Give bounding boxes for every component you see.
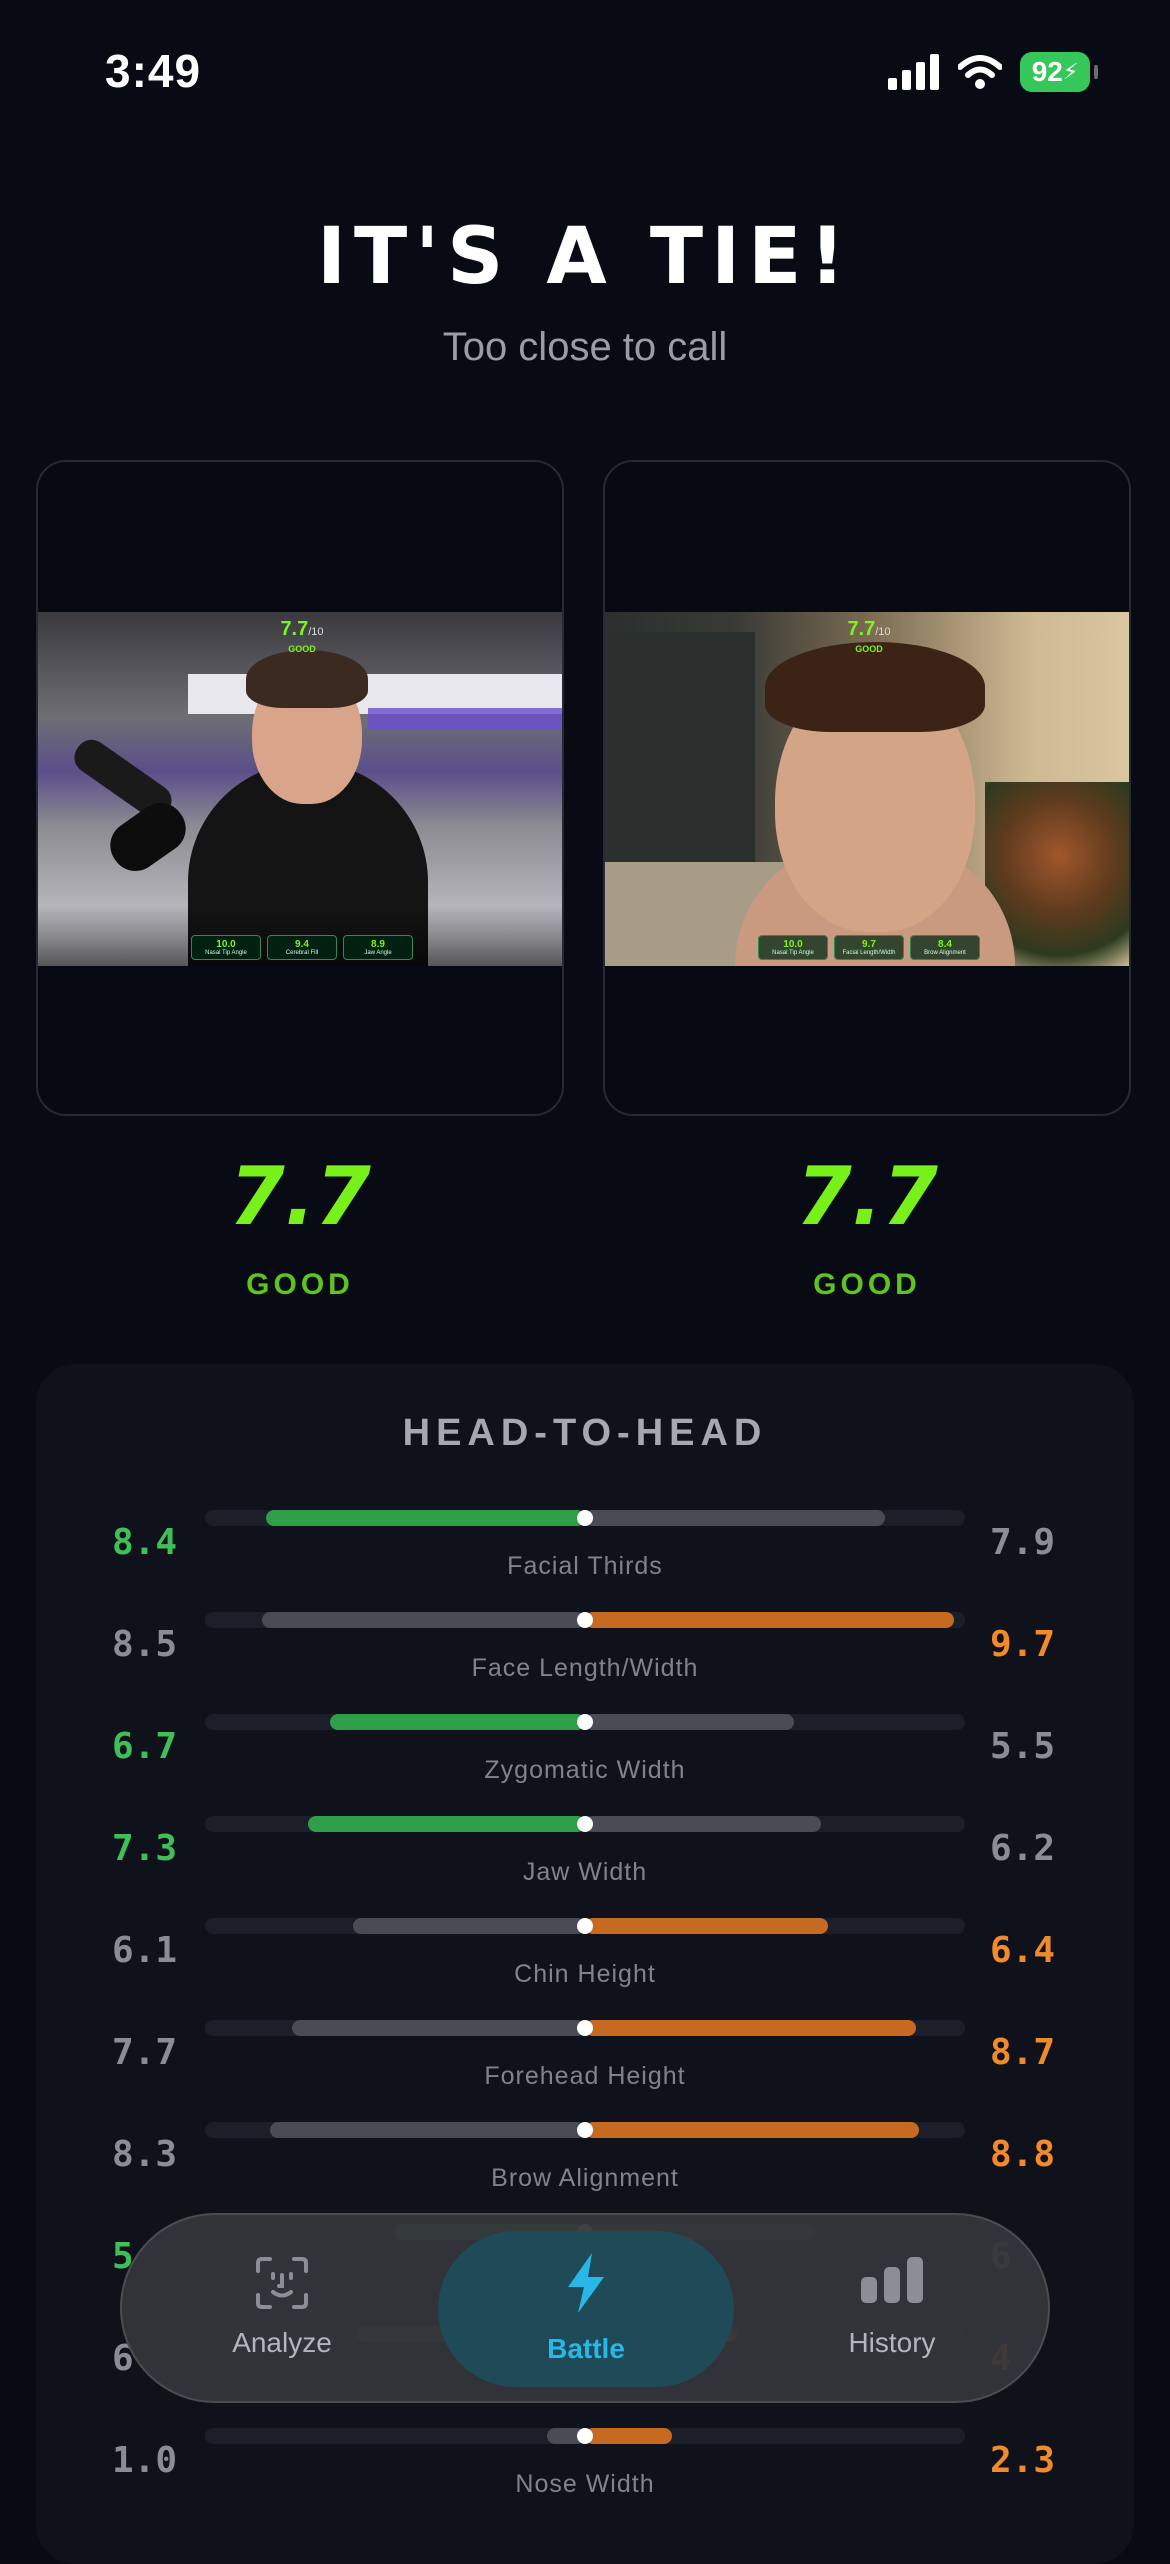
metric-right-bar xyxy=(585,1918,829,1934)
metric-row: 6.7 5.5 Zygomatic Width xyxy=(0,1712,1170,1814)
metric-left-bar xyxy=(265,1510,585,1526)
status-icons: 92 ⚡ xyxy=(888,52,1098,92)
metric-right-bar xyxy=(585,2122,920,2138)
overlay-score: 7.7/10 xyxy=(847,618,891,640)
face-scan-icon xyxy=(256,2257,308,2309)
mini-metric: 10.0 Nasal Tip Angle xyxy=(191,935,261,960)
contestant-left-photo: 7.7/10 GOOD 10.0 Nasal Tip Angle 9.4 Cereb… xyxy=(38,612,562,966)
photo-door xyxy=(605,632,755,862)
metric-name: Zygomatic Width xyxy=(484,1756,686,1784)
photo-counter-glow xyxy=(368,708,562,730)
metric-right-bar xyxy=(585,2428,673,2444)
metric-name: Nose Width xyxy=(515,2470,655,2498)
mini-metric: 8.9 Jaw Angle xyxy=(343,935,413,960)
metric-center-dot xyxy=(577,2428,593,2444)
metric-right-bar xyxy=(585,1612,954,1628)
metric-center-dot xyxy=(577,1918,593,1934)
contestant-left-rating: GOOD xyxy=(246,1268,354,1301)
contestant-right-photo-card[interactable]: 7.7/10 GOOD 10.0 Nasal Tip Angle 9.7 Facia… xyxy=(603,460,1131,1116)
metric-left-bar xyxy=(330,1714,585,1730)
tab-battle[interactable]: Battle xyxy=(438,2215,734,2401)
metric-name: Brow Alignment xyxy=(491,2164,679,2192)
mini-metric: 9.4 Cerebral Fill xyxy=(267,935,337,960)
metric-row: 8.5 9.7 Face Length/Width xyxy=(0,1610,1170,1712)
metric-right-bar xyxy=(585,1510,886,1526)
mini-metric: 9.7 Facial Length/Width xyxy=(834,935,904,960)
bar-chart-icon xyxy=(861,2257,923,2303)
battery-level: 92 xyxy=(1031,56,1063,87)
metric-row: 6.1 6.4 Chin Height xyxy=(0,1916,1170,2018)
metric-row: 1.0 2.3 Nose Width xyxy=(0,2426,1170,2528)
tab-analyze[interactable]: Analyze xyxy=(182,2215,382,2401)
wifi-icon xyxy=(958,55,1002,89)
status-time: 3:49 xyxy=(105,45,202,97)
overlay-label: GOOD xyxy=(288,644,316,654)
mini-metrics: 10.0 Nasal Tip Angle 9.7 Facial Length/Wid… xyxy=(605,935,1129,960)
charging-bolt-icon: ⚡ xyxy=(1062,59,1079,84)
metric-name: Facial Thirds xyxy=(507,1552,663,1580)
contestant-right-rating: GOOD xyxy=(813,1268,921,1301)
contestant-right-score: 7.7 xyxy=(796,1150,938,1243)
metric-center-dot xyxy=(577,1714,593,1730)
contestant-right-photo: 7.7/10 GOOD 10.0 Nasal Tip Angle 9.7 Facia… xyxy=(605,612,1129,966)
metric-name: Face Length/Width xyxy=(471,1654,699,1682)
tab-battle-label: Battle xyxy=(547,2333,625,2364)
metric-name: Chin Height xyxy=(514,1960,656,1988)
result-subtitle: Too close to call xyxy=(442,325,728,369)
metric-center-dot xyxy=(577,1612,593,1628)
overlay-score: 7.7/10 xyxy=(280,618,324,640)
metric-center-dot xyxy=(577,2122,593,2138)
cellular-signal-icon xyxy=(888,54,939,90)
metric-left-bar xyxy=(262,1612,585,1628)
metric-center-dot xyxy=(577,2020,593,2036)
person-right-hair xyxy=(765,642,985,732)
metric-row: 7.3 6.2 Jaw Width xyxy=(0,1814,1170,1916)
metric-right-bar xyxy=(585,2020,916,2036)
metric-left-bar xyxy=(307,1816,585,1832)
metric-left-bar xyxy=(269,2122,585,2138)
tab-bar: Analyze Battle History xyxy=(120,2213,1050,2403)
bolt-icon xyxy=(568,2253,604,2313)
metric-left-bar xyxy=(292,2020,585,2036)
tab-analyze-label: Analyze xyxy=(232,2327,332,2358)
contestant-left-photo-card[interactable]: 7.7/10 GOOD 10.0 Nasal Tip Angle 9.4 Cereb… xyxy=(36,460,564,1116)
metric-right-bar xyxy=(585,1816,821,1832)
mini-metric: 8.4 Brow Alignment xyxy=(910,935,980,960)
battery-indicator: 92 ⚡ xyxy=(1020,52,1098,92)
mini-metric: 10.0 Nasal Tip Angle xyxy=(758,935,828,960)
metric-name: Jaw Width xyxy=(522,1858,648,1886)
metric-row: 8.4 7.9 Facial Thirds xyxy=(0,1508,1170,1610)
mini-metrics: 10.0 Nasal Tip Angle 9.4 Cerebral Fill 8.9… xyxy=(38,935,562,960)
tab-history[interactable]: History xyxy=(787,2215,997,2401)
metric-center-dot xyxy=(577,1816,593,1832)
overlay-label: GOOD xyxy=(855,644,883,654)
metric-name: Forehead Height xyxy=(484,2062,686,2090)
metric-left-bar xyxy=(353,1918,585,1934)
tab-history-label: History xyxy=(848,2327,936,2358)
contestant-left-score: 7.7 xyxy=(229,1150,371,1243)
result-title: IT'S A TIE! xyxy=(316,212,854,302)
person-left-hair xyxy=(246,650,368,708)
metric-row: 7.7 8.7 Forehead Height xyxy=(0,2018,1170,2120)
status-bar: 3:49 92 ⚡ xyxy=(0,0,1170,150)
metric-center-dot xyxy=(577,1510,593,1526)
head-to-head-title: HEAD-TO-HEAD xyxy=(402,1412,768,1454)
metric-right-bar xyxy=(585,1714,794,1730)
metric-row: 8.3 8.8 Brow Alignment xyxy=(0,2120,1170,2222)
